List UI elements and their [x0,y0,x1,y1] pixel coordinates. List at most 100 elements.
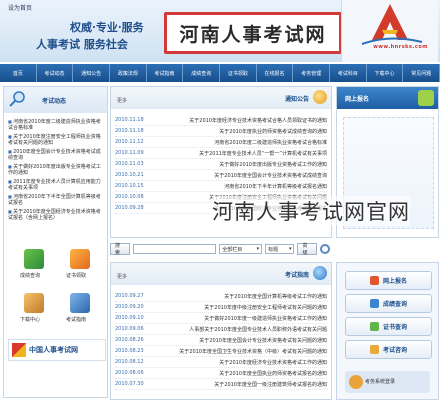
chart-icon [369,299,379,308]
item-title[interactable]: 人事部关于2010年度全国专业技术人员职称外语考试有关问题 [149,326,327,333]
list-item[interactable]: 2010.08.23 关于2010年度全国卫生专业技术资格（中级）考试有关问题的通… [115,346,327,357]
list-item[interactable]: 2010.07.30 关于2010年度全国一级注册建筑师考试报名的通知 [115,379,327,390]
list-item[interactable]: 关于2010年度注册安全工程师执业资格考试有关问题的通知 [8,134,104,146]
item-title[interactable]: 关于2010年度全国会计专业技术资格考试成绩查询 [149,172,327,179]
exam-guide-header: 更多 考试指南 [111,263,331,285]
right-panel-title: 网上报名 [345,96,370,103]
nav-item[interactable]: 证书领取 [220,64,257,82]
list-item[interactable]: 河南省2010年度二级建造师执业资格考试合格标准 [8,119,104,131]
more-link[interactable]: 更多 [117,97,127,104]
slogan-line2: 人事考试 服务社会 [36,38,128,51]
cpta-banner[interactable]: 中国人事考试网 [8,339,106,361]
list-item[interactable]: 2010.11.03 关于做好2010年度出版专业资格考试工作的通知 [115,159,327,170]
chevron-down-icon: ▾ [256,246,260,252]
item-date: 2010.11.09 [115,150,144,156]
nav-item[interactable]: 考试动态 [37,64,74,82]
item-title[interactable]: 关于2010年度全国计算机等级考试工作的通知 [149,293,327,300]
list-item[interactable]: 关于2010年度全国经济专业技术资格考试报名（含网上报名） [8,209,104,221]
list-item[interactable]: 2010.09.27 关于2010年度全国计算机等级考试工作的通知 [115,291,327,302]
more-link[interactable]: 更多 [117,273,127,280]
nav-item[interactable]: 下载中心 [367,64,404,82]
list-item[interactable]: 2010.09.06 人事部关于2010年度全国专业技术人员职称外语考试有关问题 [115,324,327,335]
quick-link-label[interactable]: 成绩查询 [20,272,40,279]
list-item[interactable]: 2010.11.09 关于2011年度专业技术人员“一帮一”计算机考试有关事项 [115,148,327,159]
item-title[interactable]: 关于2011年度专业技术人员“一帮一”计算机考试有关事项 [149,150,327,157]
item-date: 2010.08.12 [115,359,144,365]
nav-item[interactable]: 首页 [0,64,37,82]
score-query-button[interactable]: 成绩查询 [345,294,432,313]
list-item[interactable]: 2010.11.18 关于2010年度执业药师资格考试成绩查询的通知 [115,126,327,137]
item-title[interactable]: 关于2010年度全国会计专业技术资格考试有关问题的通知 [149,337,327,344]
certificate-query-button[interactable]: 证书查询 [345,317,432,336]
quick-link-label[interactable]: 考试指南 [66,316,86,323]
top-link[interactable]: 设为首页 [8,3,32,12]
category-select[interactable]: 全部栏目 ▾ [219,244,263,254]
nav-item[interactable]: 考试科目 [330,64,367,82]
download-icon[interactable] [24,293,44,313]
list-item[interactable]: 2010.08.12 关于2010年度经济专业技术资格考试工作的通知 [115,357,327,368]
item-title[interactable]: 河南省2010年度二级建造师执业资格考试合格标准 [149,139,327,146]
button-label: 证书查询 [382,324,407,331]
item-title[interactable]: 关于做好2010年度出版专业资格考试工作的通知 [149,161,327,168]
quick-link-label[interactable]: 证书领取 [66,272,86,279]
nav-item[interactable]: 成绩查询 [183,64,221,82]
search-input[interactable] [132,244,217,254]
item-title[interactable]: 关于2010年度全国一级注册建筑师考试报名的通知 [149,381,327,388]
field-select[interactable]: 标题 ▾ [265,244,295,254]
list-item[interactable]: 河南省2010年下半年全国计算机等级考试报名 [8,194,104,206]
guide-icon[interactable] [70,293,90,313]
search-button[interactable]: 搜索 [110,243,130,256]
item-date: 2010.10.21 [115,172,144,178]
item-title[interactable]: 关于2010年度经济专业技术资格考试合格人员领取证书的通知 [149,117,327,124]
system-login[interactable]: 考务系统登录 [345,371,430,393]
list-item[interactable]: 2010.11.12 河南省2010年度二级建造师执业资格考试合格标准 [115,137,327,148]
nav-item[interactable]: 通知公告 [73,64,111,82]
list-item[interactable]: 2010.09.20 关于2010年度中级注册安全工程师考试有关问题的通知 [115,302,327,313]
button-label: 考试咨询 [382,347,407,354]
list-item[interactable]: 2010年度全国会计专业技术资格考试成绩查询 [8,149,104,161]
chevron-down-icon: ▾ [288,246,292,252]
item-date: 2010.08.06 [115,370,144,376]
nav-item[interactable]: 考试指南 [147,64,184,82]
nav-item[interactable]: 在线报名 [257,64,294,82]
item-title[interactable]: 关于2010年度全国执业药师资格考试报名的通知 [149,370,327,377]
site-header: 设为首页 权威·专业·服务 人事考试 服务社会 河南人事考试网 www.hnrs… [0,0,440,62]
list-item[interactable]: 2011年度专业技术人员计算机应用能力考试有关事项 [8,179,104,191]
right-panel-header: 网上报名 [337,87,438,109]
item-title[interactable]: 关于做好2010年度一级建造师执业资格考试工作的通知 [149,315,327,322]
quick-link-label[interactable]: 下载中心 [20,316,40,323]
item-date: 2010.11.12 [115,139,144,145]
item-title[interactable]: 关于2010年度经济专业技术资格考试工作的通知 [149,359,327,366]
list-item[interactable]: 2010.09.10 关于做好2010年度一级建造师执业资格考试工作的通知 [115,313,327,324]
list-item[interactable]: 关于做好2010年度出版专业资格考试工作的通知 [8,164,104,176]
main-nav: 首页 考试动态 通知公告 政策法规 考试指南 成绩查询 证书领取 在线报名 考务… [0,64,440,82]
item-date: 2010.09.27 [115,293,144,299]
nav-item[interactable]: 考务管理 [293,64,331,82]
logo-caption: www.hnrsks.com [373,44,428,50]
list-item[interactable]: 2010.08.06 关于2010年度全国执业药师资格考试报名的通知 [115,368,327,379]
search-icon[interactable] [320,244,330,254]
nav-item[interactable]: 政策法规 [110,64,147,82]
consult-button[interactable]: 考试咨询 [345,340,432,359]
search-bar: 搜索 全部栏目 ▾ 标题 ▾ 高级 [110,242,330,256]
item-date: 2010.10.08 [115,194,144,200]
watermark-text: 河南人事考试网官网 [212,196,410,226]
list-item[interactable]: 2010.10.15 河南省2010年下半年计算机等级考试报名通知 [115,181,327,192]
quick-links: 成绩查询 证书领取 下载中心 考试指南 [12,247,104,335]
item-title[interactable]: 河南省2010年下半年计算机等级考试报名通知 [149,183,327,190]
item-title[interactable]: 关于2010年度全国卫生专业技术资格（中级）考试有关问题的通知 [149,348,327,355]
list-item[interactable]: 2010.10.21 关于2010年度全国会计专业技术资格考试成绩查询 [115,170,327,181]
item-title[interactable]: 关于2010年度中级注册安全工程师考试有关问题的通知 [149,304,327,311]
list-item[interactable]: 2010.11.18 关于2010年度经济专业技术资格考试合格人员领取证书的通知 [115,115,327,126]
item-title[interactable]: 关于2010年度执业药师资格考试成绩查询的通知 [149,128,327,135]
advanced-search-button[interactable]: 高级 [297,243,318,256]
logo[interactable] [341,0,438,62]
globe-icon [313,266,327,280]
online-register-button[interactable]: 网上报名 [345,271,432,290]
left-sidebar: 考试动态 河南省2010年度二级建造师执业资格考试合格标准 关于2010年度注册… [3,86,108,398]
list-item[interactable]: 2010.08.26 关于2010年度全国会计专业技术资格考试有关问题的通知 [115,335,327,346]
nav-item[interactable]: 常见问题 [403,64,440,82]
certificate-icon[interactable] [70,249,90,269]
score-query-icon[interactable] [24,249,44,269]
news-panel-header: 更多 通知公告 [111,87,331,109]
